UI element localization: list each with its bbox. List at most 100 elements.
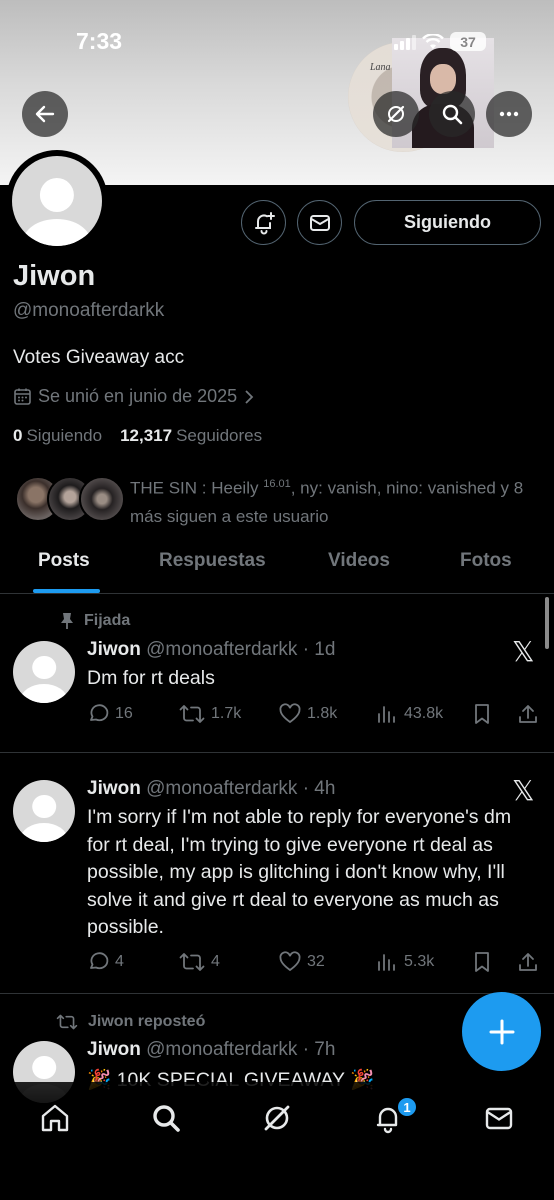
- share-icon: [519, 705, 537, 723]
- like-button[interactable]: 32: [279, 951, 325, 973]
- post-header: Jiwon @monoafterdarkk · 4h: [87, 778, 335, 800]
- wifi-icon: [422, 33, 444, 49]
- status-icons: 37: [394, 32, 486, 51]
- messages-icon: [485, 1107, 513, 1130]
- post-author-name[interactable]: Jiwon: [87, 639, 141, 660]
- repost-button[interactable]: 4: [179, 951, 220, 973]
- following-button[interactable]: Siguiendo: [354, 200, 541, 245]
- status-time: 7:33: [76, 28, 123, 54]
- envelope-icon: [309, 214, 330, 231]
- post-handle-time: @monoafterdarkk · 7h: [146, 1039, 336, 1060]
- message-button[interactable]: [297, 200, 342, 245]
- post-actions: 16 1.7k 1.8k 43.8k: [87, 703, 547, 729]
- follower-avatar: [79, 476, 125, 522]
- share-button[interactable]: [517, 951, 539, 973]
- bookmark-button[interactable]: [473, 951, 491, 973]
- post-header: Jiwon @monoafterdarkk · 1d: [87, 639, 335, 661]
- more-icon: [499, 111, 519, 117]
- banner-album-text: Lana: [370, 62, 391, 73]
- back-arrow-icon: [35, 105, 55, 123]
- nav-home[interactable]: [37, 1100, 73, 1136]
- post-text: I'm sorry if I'm not able to reply for e…: [87, 806, 512, 938]
- post-avatar[interactable]: [13, 780, 75, 842]
- profile-tabs: Posts Respuestas Videos Fotos: [0, 538, 554, 594]
- share-icon: [519, 953, 537, 971]
- bottom-nav: 1: [0, 1082, 554, 1200]
- profile-handle: @monoafterdarkk: [13, 300, 165, 321]
- share-button[interactable]: [517, 703, 539, 725]
- known-followers-text: THE SIN : Heeily 16.01, ny: vanish, nino…: [130, 478, 524, 526]
- known-followers-avatars: [15, 476, 125, 522]
- pinned-label: Fijada: [60, 612, 130, 630]
- notify-button[interactable]: [241, 200, 286, 245]
- post-actions: 4 4 32 5.3k: [87, 951, 547, 977]
- grok-icon: [264, 1105, 290, 1131]
- nav-grok[interactable]: [259, 1100, 295, 1136]
- tab-videos[interactable]: Videos: [328, 550, 390, 572]
- views-button[interactable]: 5.3k: [376, 951, 434, 973]
- back-button[interactable]: [22, 91, 68, 137]
- post-author-name[interactable]: Jiwon: [87, 778, 141, 799]
- calendar-icon: [14, 388, 31, 405]
- follow-stats: 0 Siguiendo 12,317 Seguidores: [13, 426, 262, 446]
- x-logo-icon: 𝕏: [512, 635, 535, 668]
- repost-icon: [179, 705, 205, 723]
- repost-label: Jiwon reposteó: [56, 1013, 205, 1031]
- tab-fotos[interactable]: Fotos: [460, 550, 512, 572]
- tab-respuestas[interactable]: Respuestas: [159, 550, 266, 572]
- post-author-name[interactable]: Jiwon: [87, 1039, 141, 1060]
- repost-icon: [179, 953, 205, 971]
- like-button[interactable]: 1.8k: [279, 703, 337, 725]
- home-icon: [41, 1104, 69, 1132]
- reply-icon: [90, 704, 109, 722]
- pin-icon: [61, 613, 73, 629]
- nav-messages[interactable]: [481, 1100, 517, 1136]
- signal-icon: [394, 34, 416, 50]
- post-text: Dm for rt deals: [87, 667, 215, 689]
- reply-icon: [90, 952, 109, 970]
- compose-button[interactable]: [462, 992, 541, 1071]
- bookmark-button[interactable]: [473, 703, 491, 725]
- post-handle-time: @monoafterdarkk · 4h: [146, 778, 336, 799]
- heart-icon: [279, 703, 301, 724]
- notifications-badge: 1: [396, 1096, 418, 1118]
- plus-icon: [489, 1019, 514, 1044]
- post[interactable]: Fijada Jiwon @monoafterdarkk · 1d 𝕏 Dm f…: [0, 595, 554, 753]
- bell-plus-icon: [254, 211, 275, 234]
- reply-button[interactable]: 16: [87, 703, 133, 725]
- repost-icon: [56, 1014, 78, 1030]
- heart-icon: [279, 951, 301, 972]
- profile-avatar[interactable]: [6, 150, 108, 252]
- battery-icon: 37: [450, 32, 486, 51]
- views-button[interactable]: 43.8k: [376, 703, 443, 725]
- grok-icon: [387, 105, 405, 123]
- profile-bio: Votes Giveaway acc: [13, 347, 185, 368]
- active-tab-indicator: [33, 589, 100, 593]
- followers-link[interactable]: 12,317 Seguidores: [120, 426, 262, 446]
- joined-date[interactable]: Se unió en junio de 2025: [13, 386, 255, 407]
- known-followers[interactable]: THE SIN : Heeily 16.01, ny: vanish, nino…: [13, 470, 543, 526]
- search-button[interactable]: [429, 91, 475, 137]
- tab-posts[interactable]: Posts: [38, 550, 90, 572]
- post-handle-time: @monoafterdarkk · 1d: [146, 639, 336, 660]
- grok-button[interactable]: [373, 91, 419, 137]
- views-icon: [378, 954, 395, 971]
- repost-button[interactable]: 1.7k: [179, 703, 241, 725]
- search-icon: [442, 104, 463, 125]
- search-icon: [153, 1105, 180, 1132]
- joined-text: Se unió en junio de 2025: [38, 386, 238, 406]
- more-button[interactable]: [486, 91, 532, 137]
- reply-button[interactable]: 4: [87, 951, 124, 973]
- post[interactable]: Jiwon @monoafterdarkk · 4h 𝕏 I'm sorry i…: [0, 754, 554, 994]
- bookmark-icon: [475, 704, 489, 724]
- nav-search[interactable]: [148, 1100, 184, 1136]
- x-logo-icon: 𝕏: [512, 774, 535, 807]
- chevron-right-icon: [245, 389, 254, 404]
- bookmark-icon: [475, 952, 489, 972]
- post-avatar[interactable]: [13, 641, 75, 703]
- post-header: Jiwon @monoafterdarkk · 7h: [87, 1039, 335, 1061]
- following-link[interactable]: 0 Siguiendo: [13, 426, 102, 446]
- profile-name: Jiwon: [13, 260, 96, 292]
- default-avatar-icon: [12, 156, 102, 246]
- views-icon: [378, 706, 395, 723]
